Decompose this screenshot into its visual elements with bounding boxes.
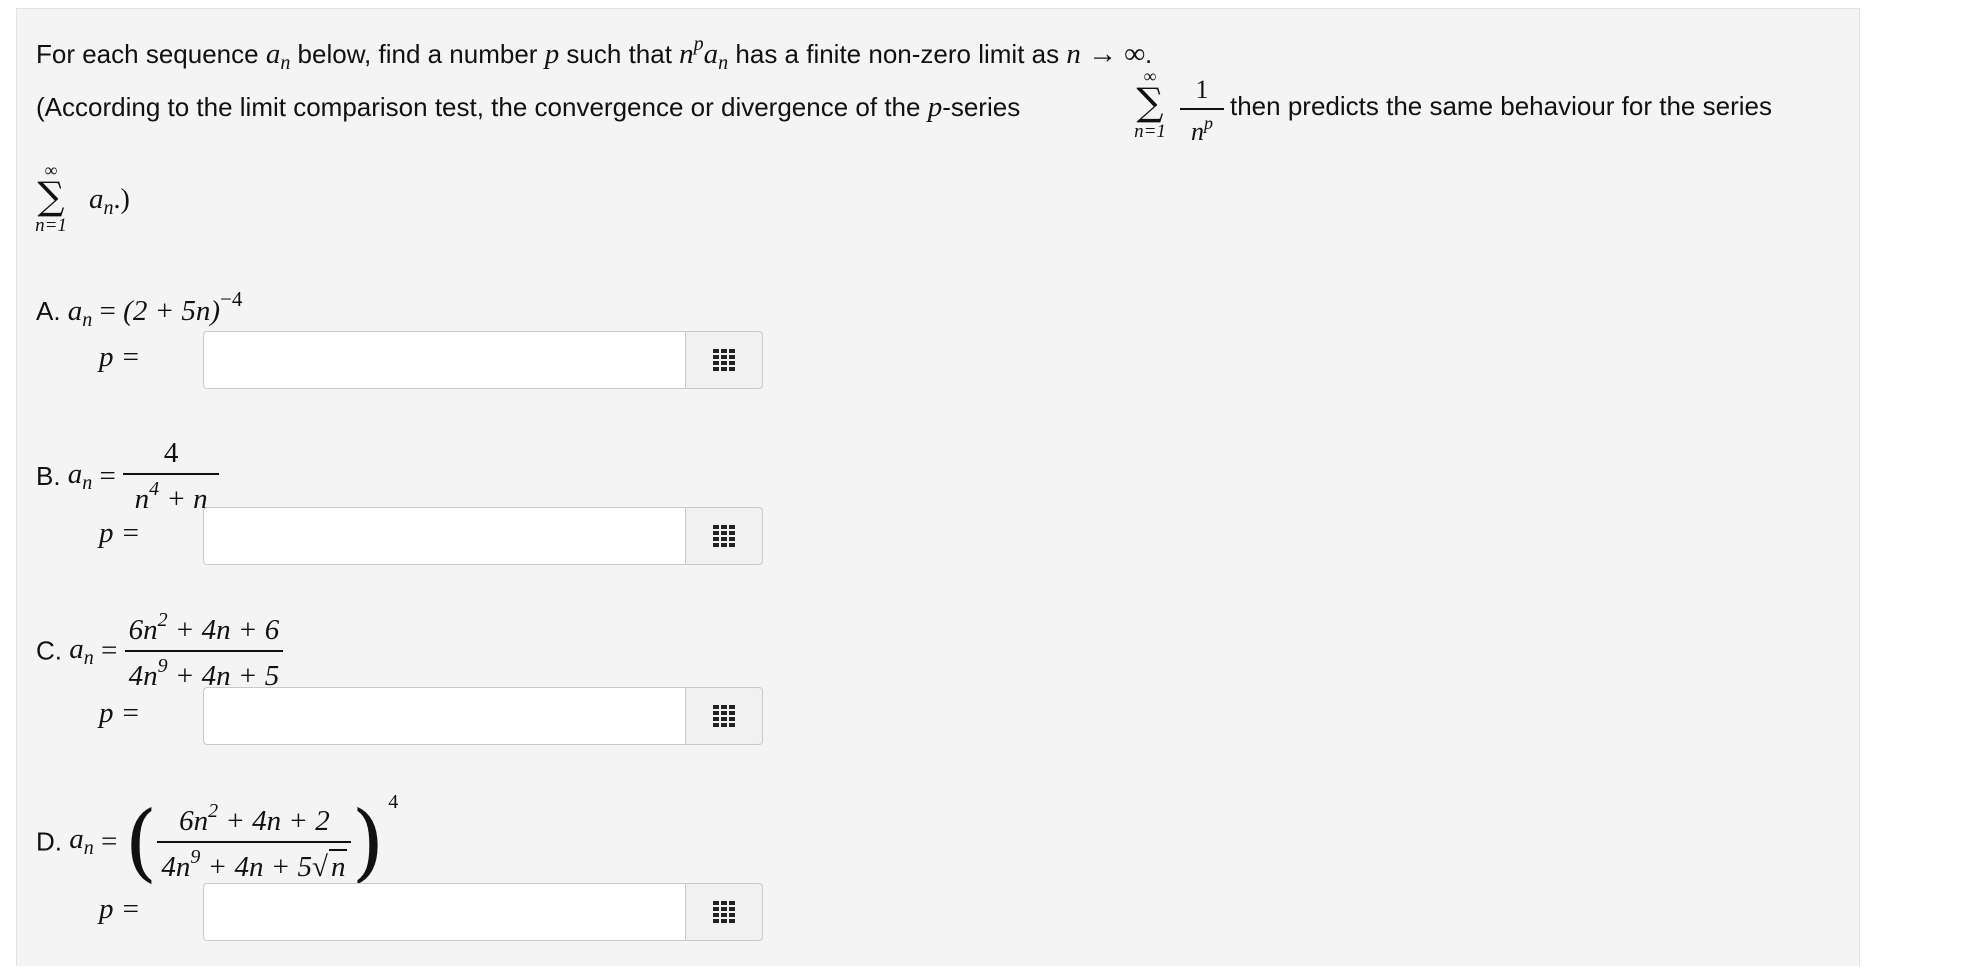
grid-palette-icon xyxy=(713,901,735,923)
equals-sign: = xyxy=(93,825,125,858)
palette-button-d[interactable] xyxy=(685,883,763,941)
math-p: p xyxy=(544,38,560,70)
expression-a: (2 + 5n) xyxy=(123,295,221,327)
intro-text: has a finite non-zero limit as xyxy=(728,39,1067,69)
answer-input-a[interactable] xyxy=(203,331,685,389)
problem-a: A. an = (2 + 5n)−4 xyxy=(36,287,242,332)
problem-letter: A. xyxy=(36,296,68,326)
math-p: p xyxy=(927,91,943,123)
fraction-d: 6n2 + 4n + 2 4n9 + 4n + 5√ n xyxy=(157,799,352,884)
math-a-n: an xyxy=(69,632,94,669)
sigma-symbol: ∑ xyxy=(37,174,65,218)
palette-button-b[interactable] xyxy=(685,507,763,565)
answer-input-d[interactable] xyxy=(203,883,685,941)
left-paren: ( xyxy=(124,792,158,891)
grid-palette-icon xyxy=(713,705,735,727)
question-panel: For each sequence an below, find a numbe… xyxy=(16,8,1860,966)
math-a-n: an xyxy=(69,823,94,860)
exponent: −4 xyxy=(220,287,243,311)
series-sum: ∞ ∑ n=1 xyxy=(31,161,71,237)
sqrt-argument: n xyxy=(328,848,348,883)
answer-input-b[interactable] xyxy=(203,507,685,565)
p-series-fraction: 1 np xyxy=(1180,75,1224,147)
problem-letter: B. xyxy=(36,461,68,491)
intro-line-2: (According to the limit comparison test,… xyxy=(36,91,1020,124)
intro-text: For each sequence xyxy=(36,39,266,69)
intro-text: (According to the limit comparison test,… xyxy=(36,92,928,122)
p-label-d: p = xyxy=(99,893,141,925)
right-paren: ) xyxy=(351,792,385,891)
intro-text: . xyxy=(1145,39,1153,69)
fraction-denominator: np xyxy=(1180,108,1224,147)
intro-text: -series xyxy=(942,92,1021,122)
math-a-n: an xyxy=(89,183,114,219)
sum-lower: n=1 xyxy=(1134,121,1166,142)
p-label-a: p = xyxy=(99,341,141,373)
palette-button-c[interactable] xyxy=(685,687,763,745)
math-a-n: an xyxy=(265,38,291,74)
intro-text: such that xyxy=(559,39,680,69)
problem-letter: D. xyxy=(36,826,70,857)
sum-lower: n=1 xyxy=(35,215,67,236)
equals-sign: = xyxy=(93,634,125,667)
p-label-b: p = xyxy=(99,517,141,549)
fraction-numerator: 1 xyxy=(1195,75,1209,104)
math-a-n: an xyxy=(67,295,93,331)
closing-punct: .) xyxy=(113,184,130,215)
intro-text: below, find a number xyxy=(290,39,545,69)
problem-d: D. an = ( 6n2 + 4n + 2 4n9 + 4n + 5√ n ) 4 xyxy=(36,791,398,884)
problem-b: B. an = 4 n4 + n xyxy=(36,437,220,516)
fraction-c: 6n2 + 4n + 6 4n9 + 4n + 5 xyxy=(124,609,284,693)
problem-c: C. an = 6n2 + 4n + 6 4n9 + 4n + 5 xyxy=(36,609,284,693)
intro-line-2-end: then predicts the same behaviour for the… xyxy=(1230,91,1772,122)
p-series-sum: ∞ ∑ n=1 xyxy=(1125,67,1175,143)
sigma-symbol: ∑ xyxy=(1136,80,1164,124)
math-limit: n → ∞ xyxy=(1066,38,1146,70)
fraction-b: 4 n4 + n xyxy=(123,437,220,516)
math-a-n: an xyxy=(67,458,93,494)
answer-input-c[interactable] xyxy=(203,687,685,745)
intro-text: then predicts the same behaviour for the… xyxy=(1230,91,1772,121)
palette-button-a[interactable] xyxy=(685,331,763,389)
fraction-numerator: 6n2 + 4n + 2 xyxy=(179,799,330,837)
equals-sign: = xyxy=(92,295,124,327)
fraction-numerator: 6n2 + 4n + 6 xyxy=(128,609,280,646)
exponent: 4 xyxy=(388,791,399,813)
grid-palette-icon xyxy=(713,525,735,547)
series-term: an.) xyxy=(89,183,130,220)
fraction-numerator: 4 xyxy=(163,437,179,469)
problem-letter: C. xyxy=(36,635,70,666)
equals-sign: = xyxy=(92,460,124,492)
p-label-c: p = xyxy=(99,697,141,729)
sqrt-symbol: √ xyxy=(312,850,328,883)
fraction-denominator: 4n9 + 4n + 5√ n xyxy=(157,840,352,884)
grid-palette-icon xyxy=(713,349,735,371)
math-n-p-a-n: npan xyxy=(679,33,729,74)
intro-line-1: For each sequence an below, find a numbe… xyxy=(36,33,1152,75)
